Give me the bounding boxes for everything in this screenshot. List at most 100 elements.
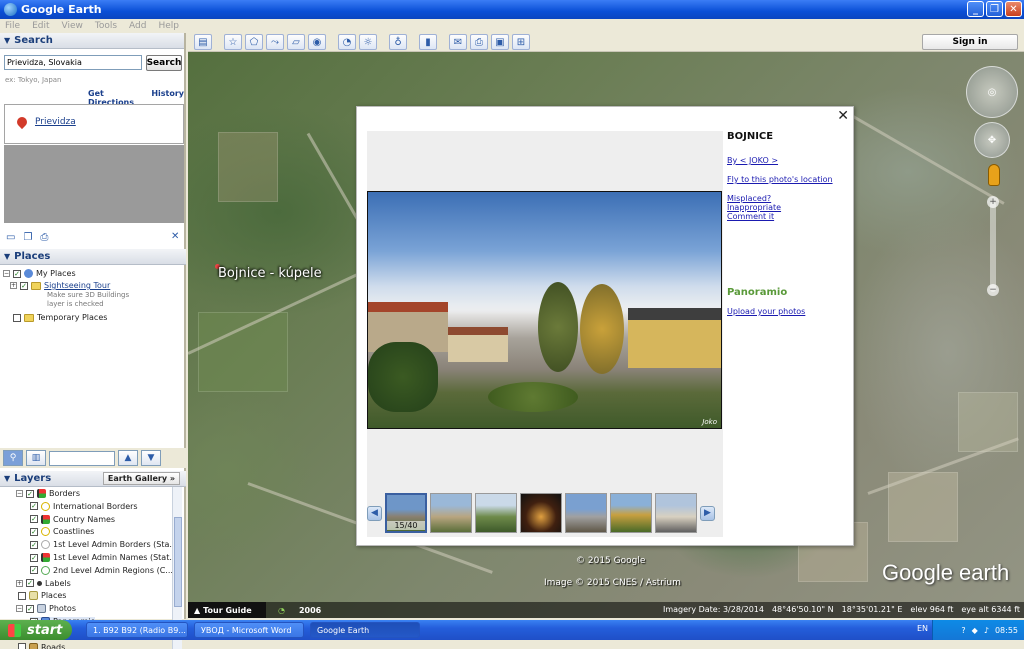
previous-photo-icon[interactable]: ◀: [367, 505, 382, 521]
layer-row[interactable]: ✓ 1st Level Admin Borders (Sta...: [30, 540, 175, 550]
sunlight-icon[interactable]: ☼: [359, 34, 377, 50]
move-up-icon[interactable]: ▲: [118, 450, 138, 466]
checkbox[interactable]: [13, 313, 21, 322]
add-image-overlay-icon[interactable]: ▱: [287, 34, 305, 50]
tree-row-temporary-places[interactable]: Temporary Places: [13, 313, 107, 322]
collapse-toggle[interactable]: −: [16, 605, 23, 613]
close-window-button[interactable]: ✕: [1005, 1, 1022, 17]
layer-checkbox[interactable]: ✓: [26, 489, 34, 498]
photo-thumbnail[interactable]: [610, 493, 652, 533]
sightseeing-tour-link[interactable]: Sightseeing Tour: [44, 281, 110, 290]
taskbar-item-google-earth[interactable]: Google Earth: [310, 622, 420, 638]
record-tour-icon[interactable]: ◉: [308, 34, 326, 50]
layer-row[interactable]: ✓ Coastlines: [30, 527, 94, 537]
taskbar-item-word[interactable]: УВОД - Microsoft Word: [194, 622, 304, 638]
start-button[interactable]: start: [0, 620, 72, 640]
places-filter-input[interactable]: [49, 450, 115, 466]
network-icon[interactable]: ◆: [972, 626, 978, 635]
menu-file[interactable]: File: [5, 21, 20, 31]
zoom-out-icon[interactable]: −: [987, 284, 999, 296]
menu-help[interactable]: Help: [158, 21, 179, 31]
add-path-icon[interactable]: ⤳: [266, 34, 284, 50]
historical-imagery-icon[interactable]: ◔: [338, 34, 356, 50]
panel-toggle-icon[interactable]: ▥: [26, 450, 46, 466]
upload-photos-link[interactable]: Upload your photos: [727, 307, 805, 316]
layer-row[interactable]: − ✓ Photos: [16, 604, 76, 614]
collapse-toggle[interactable]: −: [16, 490, 23, 497]
tree-row-sightseeing[interactable]: + ✓ Sightseeing Tour: [10, 281, 110, 290]
tree-row-my-places[interactable]: − ✓ My Places: [3, 269, 76, 278]
checkbox[interactable]: ✓: [13, 269, 21, 278]
move-joystick-icon[interactable]: ✥: [974, 122, 1010, 158]
tour-guide-button[interactable]: ▲ Tour Guide: [188, 602, 266, 618]
switch-planet-icon[interactable]: ♁: [389, 34, 407, 50]
help-icon[interactable]: ?: [961, 626, 965, 635]
close-popup-icon[interactable]: ✕: [837, 108, 849, 124]
menu-add[interactable]: Add: [129, 21, 146, 31]
photo-thumbnail[interactable]: [475, 493, 517, 533]
main-photo[interactable]: Joko: [367, 191, 722, 429]
folder-icon[interactable]: ▭: [6, 232, 15, 243]
photo-thumbnail[interactable]: [655, 493, 697, 533]
scrollbar-thumb[interactable]: [174, 517, 182, 607]
search-result-item[interactable]: Prievidza: [35, 117, 76, 127]
photo-thumbnail[interactable]: [520, 493, 562, 533]
layer-checkbox[interactable]: ✓: [30, 566, 38, 575]
add-polygon-icon[interactable]: ⬠: [245, 34, 263, 50]
expand-toggle[interactable]: +: [16, 579, 23, 587]
layer-row[interactable]: − ✓ Borders: [16, 489, 80, 498]
ruler-icon[interactable]: ▮: [419, 34, 437, 50]
photo-thumbnail-selected[interactable]: 15/40: [385, 493, 427, 533]
search-places-icon[interactable]: ⚲: [3, 450, 23, 466]
menu-view[interactable]: View: [62, 21, 83, 31]
search-input[interactable]: Prievidza, Slovakia: [4, 55, 142, 70]
save-image-icon[interactable]: ▣: [491, 34, 509, 50]
photo-thumbnail[interactable]: [430, 493, 472, 533]
minimize-button[interactable]: _: [967, 1, 984, 17]
layer-row[interactable]: + ✓ Labels: [16, 579, 71, 588]
layer-row[interactable]: ✓ International Borders: [30, 501, 138, 511]
taskbar-item-radio[interactable]: 1. B92 B92 (Radio B9...: [86, 622, 188, 638]
add-placemark-icon[interactable]: ☆: [224, 34, 242, 50]
street-view-pegman-icon[interactable]: [988, 164, 1000, 186]
menu-edit[interactable]: Edit: [32, 21, 49, 31]
menu-tools[interactable]: Tools: [95, 21, 117, 31]
search-section-header[interactable]: ▼ Search: [0, 33, 184, 49]
layer-checkbox[interactable]: ✓: [26, 604, 34, 613]
zoom-slider[interactable]: [990, 202, 996, 292]
historical-year[interactable]: 2006: [299, 606, 321, 615]
photo-author-link[interactable]: By < JOKO >: [727, 156, 847, 165]
layer-checkbox[interactable]: ✓: [30, 527, 38, 536]
move-down-icon[interactable]: ▼: [141, 450, 161, 466]
comment-link[interactable]: Comment it: [727, 212, 847, 221]
earth-gallery-button[interactable]: Earth Gallery »: [102, 472, 180, 485]
places-section-header[interactable]: ▼ Places: [0, 249, 186, 265]
volume-icon[interactable]: ♪: [984, 626, 989, 635]
layer-checkbox[interactable]: [18, 643, 26, 649]
copy-icon[interactable]: ❐: [23, 232, 32, 243]
clear-search-icon[interactable]: ✕: [171, 231, 179, 242]
print-icon[interactable]: ⎙: [470, 34, 488, 50]
checkbox[interactable]: ✓: [20, 281, 28, 290]
clock[interactable]: 08:55: [995, 626, 1018, 635]
sign-in-button[interactable]: Sign in: [922, 34, 1018, 50]
email-icon[interactable]: ✉: [449, 34, 467, 50]
panoramio-logo[interactable]: Panoramio: [727, 287, 787, 298]
sidebar-toggle-icon[interactable]: ▤: [194, 34, 212, 50]
next-photo-icon[interactable]: ▶: [700, 505, 715, 521]
photo-thumbnail[interactable]: [565, 493, 607, 533]
layers-section-header[interactable]: ▼ Layers Earth Gallery »: [0, 471, 186, 487]
layer-row[interactable]: ✓ 2nd Level Admin Regions (C...: [30, 565, 173, 575]
fly-to-location-link[interactable]: Fly to this photo's location: [727, 175, 847, 184]
collapse-toggle[interactable]: −: [3, 270, 10, 277]
layer-checkbox[interactable]: ✓: [26, 579, 34, 588]
layer-row[interactable]: Places: [18, 591, 66, 601]
language-indicator[interactable]: EN: [917, 624, 928, 633]
layer-row[interactable]: ✓ 1st Level Admin Names (Stat...: [30, 553, 175, 562]
map-place-label[interactable]: Bojnice - kúpele: [218, 266, 322, 281]
layer-checkbox[interactable]: ✓: [30, 553, 38, 562]
restore-button[interactable]: ❐: [986, 1, 1003, 17]
layer-row[interactable]: Roads: [18, 642, 65, 649]
zoom-in-icon[interactable]: +: [987, 196, 999, 208]
layer-row[interactable]: ✓ Country Names: [30, 514, 115, 524]
